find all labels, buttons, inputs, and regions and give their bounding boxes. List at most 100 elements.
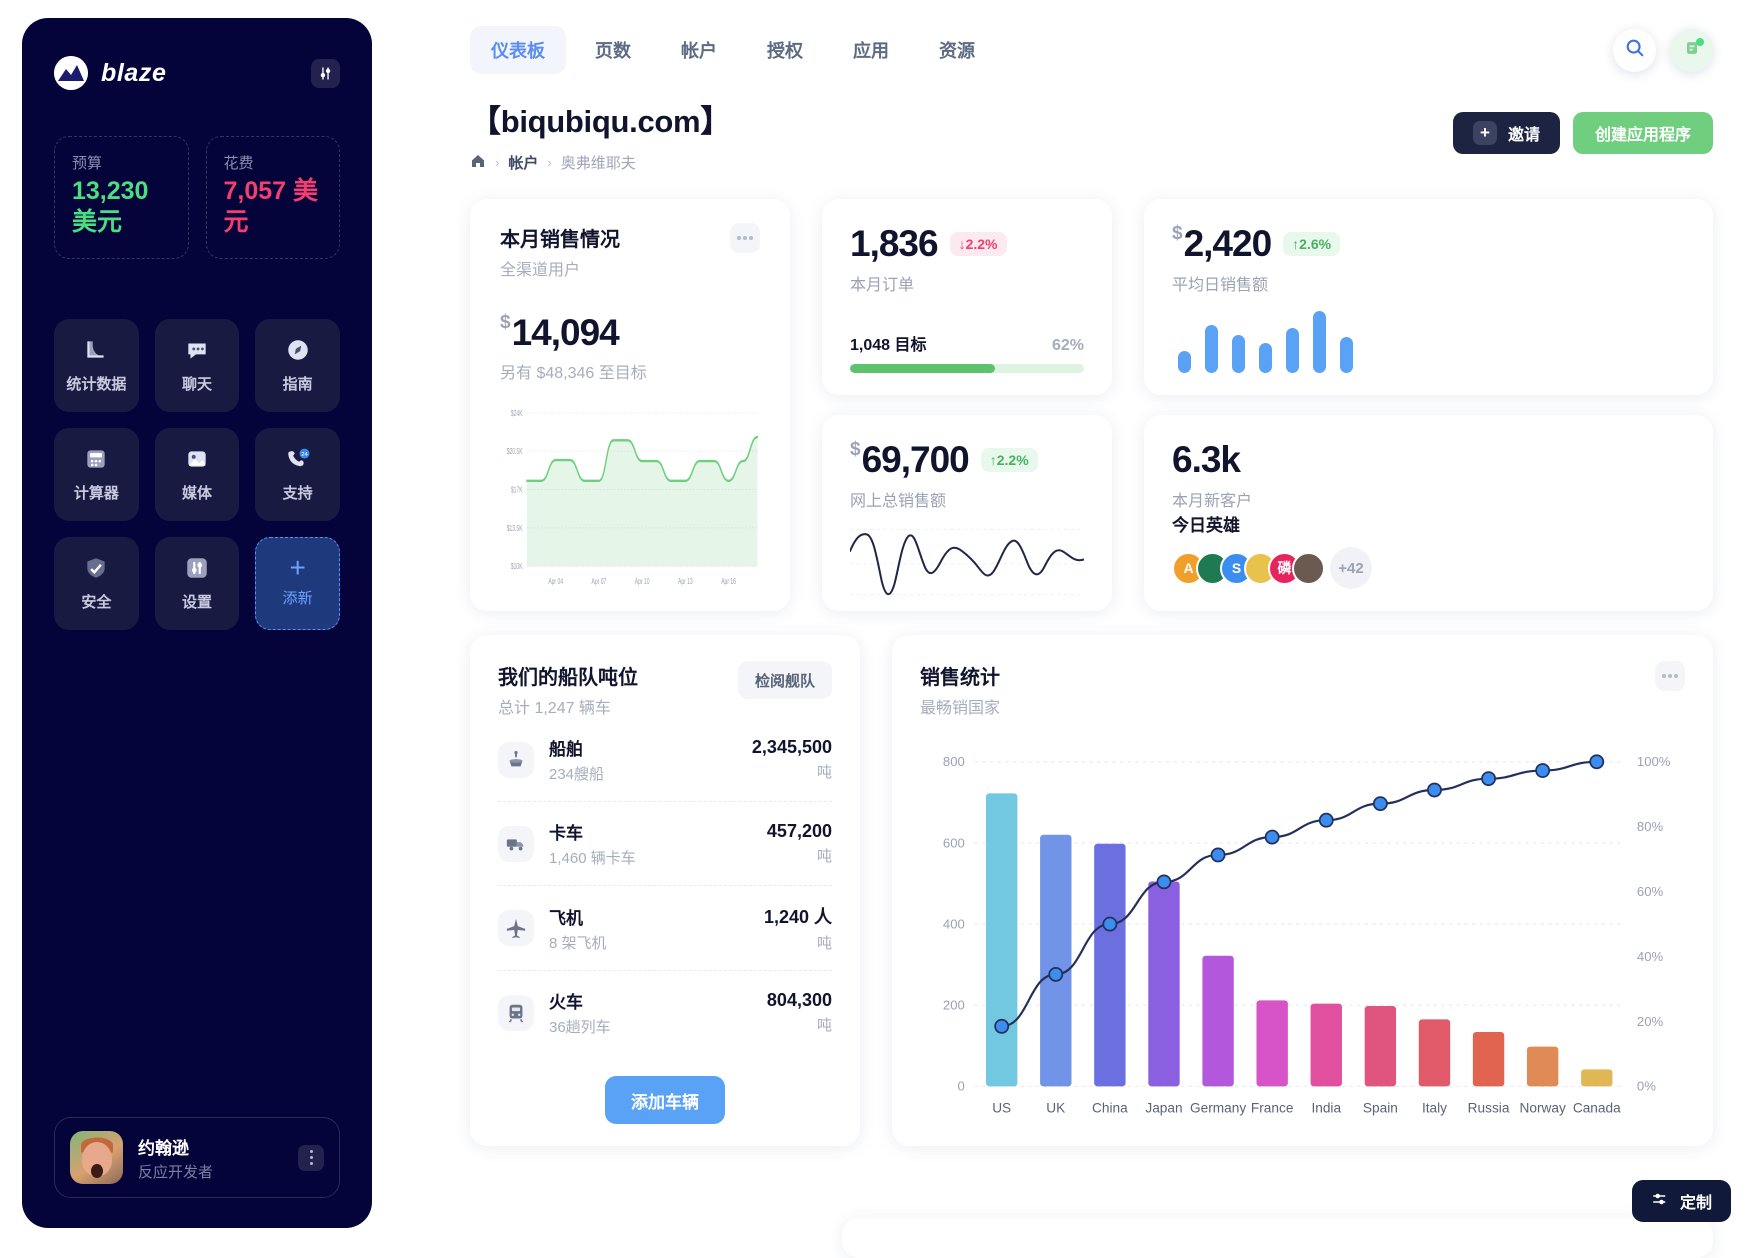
customize-button[interactable]: 定制 [1631, 1180, 1731, 1222]
next-card-peek [842, 1218, 1713, 1258]
invite-label: 邀请 [1507, 127, 1540, 144]
svg-text:600: 600 [943, 835, 965, 850]
svg-text:France: France [1251, 1101, 1294, 1116]
table-row[interactable]: 卡车 1,460 辆卡车 457,200 吨 [498, 801, 832, 885]
fleet-row-values: 2,345,500 吨 [752, 737, 832, 782]
tab-pages[interactable]: 页数 [574, 26, 652, 74]
online-sales-value: $69,700 [850, 439, 970, 480]
tab-apps[interactable]: 应用 [832, 26, 910, 74]
orders-goal-row: 1,048 目标 62% [850, 331, 1084, 355]
sidebar-item-settings[interactable]: 设置 [154, 536, 240, 630]
sidebar-item-label: 添新 [282, 590, 313, 607]
sidebar-item-guide[interactable]: 指南 [255, 318, 340, 412]
search-button[interactable] [1613, 28, 1656, 72]
svg-text:UK: UK [1046, 1101, 1065, 1116]
new-customers-subtitle: 本月新客户 [1172, 493, 1253, 510]
svg-text:Japan: Japan [1145, 1101, 1182, 1116]
svg-text:800: 800 [943, 754, 965, 769]
top-actions [1613, 28, 1713, 72]
tab-accounts[interactable]: 帐户 [660, 26, 738, 74]
dots-menu-icon[interactable] [730, 223, 760, 253]
bar [1202, 955, 1234, 1087]
svg-text:Canada: Canada [1573, 1101, 1621, 1116]
data-point [1427, 782, 1442, 798]
fleet-titles: 我们的船队吨位 总计 1,247 辆车 [498, 661, 638, 718]
brand-name: blaze [101, 58, 167, 87]
spend-card[interactable]: 花费 7,057 美元 [205, 136, 340, 259]
bar [1148, 881, 1180, 1087]
user-profile[interactable]: 约翰逊 反应开发者 [54, 1117, 340, 1198]
tab-authorize[interactable]: 授权 [746, 26, 824, 74]
svg-text:Italy: Italy [1422, 1101, 1447, 1116]
support-24-icon: 24 [284, 446, 311, 473]
sidebar-item-label: 媒体 [181, 484, 212, 502]
svg-text:Germany: Germany [1190, 1101, 1246, 1116]
svg-text:Apr 04: Apr 04 [548, 578, 563, 587]
add-vehicle-button[interactable]: 添加车辆 [605, 1076, 725, 1124]
dots-menu-icon[interactable] [1655, 661, 1685, 691]
budget-card[interactable]: 预算 13,230 美元 [54, 136, 189, 259]
bar [1310, 1003, 1342, 1087]
svg-text:Spain: Spain [1363, 1101, 1398, 1116]
table-row[interactable]: 火车 36趟列车 804,300 吨 [498, 970, 832, 1054]
minibar [1259, 343, 1272, 373]
new-customers-card: 6.3k 本月新客户 今日英雄 A S 磷 +42 [1144, 415, 1713, 611]
svg-text:$24K: $24K [511, 410, 523, 419]
bar [1526, 1046, 1559, 1087]
fleet-row-values: 804,300 吨 [767, 990, 832, 1035]
sales-statistics-title: 销售统计 [920, 667, 1000, 689]
nav-tabs: 仪表板 页数 帐户 授权 应用 资源 [470, 26, 996, 74]
breadcrumb-item-account[interactable]: 帐户 [508, 152, 538, 173]
sidebar-item-label: 设置 [181, 593, 212, 611]
blaze-logo-icon [54, 56, 88, 90]
notifications-button[interactable] [1670, 28, 1713, 72]
minibar [1313, 311, 1326, 373]
svg-text:Norway: Norway [1520, 1101, 1566, 1116]
sales-statistics-card: 销售统计 最畅销国家 0 200 400 600 800 0% 20% 40% 60% 80% 10… [892, 635, 1713, 1146]
svg-text:80%: 80% [1637, 819, 1664, 834]
truck-icon [498, 825, 534, 862]
bar [1472, 1031, 1505, 1087]
sidebar-item-add-new[interactable]: + 添新 [255, 536, 340, 630]
new-customers-value-row: 6.3k [1172, 439, 1685, 481]
kebab-menu-icon[interactable] [298, 1144, 324, 1171]
orders-progress-track [850, 364, 1084, 373]
breadcrumb-separator: › [547, 155, 552, 170]
heroes-avatar-stack[interactable]: A S 磷 +42 [1172, 547, 1685, 589]
home-icon[interactable] [470, 153, 486, 173]
sidebar-item-stats[interactable]: 统计数据 [54, 318, 139, 412]
review-fleet-button[interactable]: 检阅舰队 [737, 661, 832, 699]
plus-icon: + [289, 552, 306, 583]
brand[interactable]: blaze [54, 56, 167, 90]
main-content: 仪表板 页数 帐户 授权 应用 资源 【biqubiqu.com】 › 帐户 ›… [372, 0, 1753, 1258]
table-row[interactable]: 船舶 234艘船 2,345,500 吨 [498, 718, 832, 801]
sliders-icon[interactable] [311, 58, 340, 88]
svg-text:India: India [1311, 1101, 1341, 1116]
budget-label: 预算 [72, 155, 103, 172]
sales-statistics-chart: 0 200 400 600 800 0% 20% 40% 60% 80% 100% US UK China… [920, 736, 1685, 1134]
heroes-more-count[interactable]: +42 [1330, 547, 1372, 589]
sidebar-item-chat[interactable]: 聊天 [154, 318, 240, 412]
sidebar-item-label: 指南 [282, 375, 313, 393]
fleet-row-values: 457,200 吨 [767, 821, 832, 866]
sales-statistics-titles: 销售统计 最畅销国家 [920, 661, 1000, 718]
tab-resources[interactable]: 资源 [918, 26, 996, 74]
sidebar-item-support[interactable]: 24 支持 [255, 427, 340, 521]
minibar [1232, 335, 1245, 373]
sidebar-item-media[interactable]: 媒体 [154, 427, 240, 521]
sidebar-item-calculator[interactable]: 计算器 [54, 427, 139, 521]
bar [1418, 1019, 1451, 1087]
data-point [1589, 754, 1605, 770]
data-point [1210, 847, 1226, 863]
hero-avatar[interactable] [1292, 551, 1325, 585]
svg-text:Apr 07: Apr 07 [592, 578, 607, 587]
create-app-button[interactable]: 创建应用程序 [1572, 112, 1713, 154]
data-point [1535, 763, 1551, 778]
invite-button[interactable]: + 邀请 [1452, 112, 1560, 154]
sidebar-item-security[interactable]: 安全 [54, 536, 139, 630]
tab-dashboard[interactable]: 仪表板 [470, 26, 566, 74]
breadcrumb-item-current: 奥弗维耶夫 [560, 155, 636, 172]
table-row[interactable]: 飞机 8 架飞机 1,240 人 吨 [498, 885, 832, 970]
page-title: 【biqubiqu.com】 [470, 104, 731, 139]
customize-label: 定制 [1679, 1195, 1712, 1212]
